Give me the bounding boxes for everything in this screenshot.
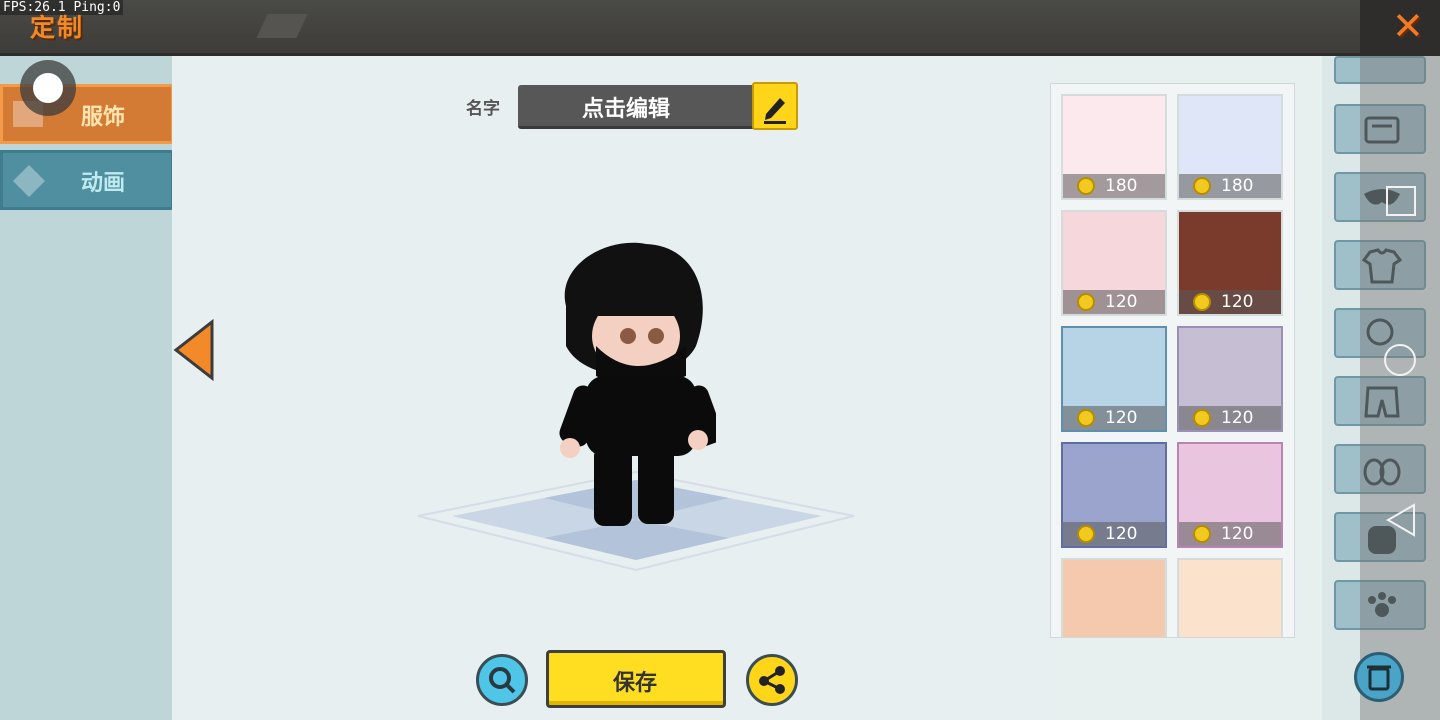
recents-nav-icon[interactable] bbox=[1384, 184, 1418, 218]
magnifier-icon bbox=[489, 667, 516, 694]
catalog-item[interactable]: 120 bbox=[1177, 442, 1283, 548]
fps-readout: FPS:26.1 Ping:0 bbox=[0, 0, 124, 15]
close-x-icon: ✕ bbox=[1392, 4, 1424, 48]
pencil-icon bbox=[764, 98, 786, 124]
price-tag: 120 bbox=[1063, 290, 1165, 314]
price-value: 120 bbox=[1221, 292, 1254, 312]
catalog-item[interactable] bbox=[1061, 558, 1167, 637]
price-value: 120 bbox=[1105, 524, 1138, 544]
system-nav-overlay bbox=[1360, 56, 1440, 720]
catalog-item[interactable]: 120 bbox=[1061, 326, 1167, 432]
catalog-item[interactable]: 180 bbox=[1061, 94, 1167, 200]
avatar-character bbox=[559, 242, 716, 526]
save-button[interactable]: 保存 bbox=[546, 650, 726, 708]
catalog-item[interactable]: 120 bbox=[1061, 442, 1167, 548]
floating-toggle-button[interactable] bbox=[20, 60, 76, 116]
tab-clothing-label: 服饰 bbox=[81, 105, 126, 130]
price-value: 180 bbox=[1105, 176, 1138, 196]
price-value: 180 bbox=[1221, 176, 1254, 196]
tab-animation[interactable]: 动画 bbox=[0, 150, 174, 210]
catalog-grid: 180 180 120 120 120 120 120 120 bbox=[1050, 83, 1295, 638]
item-swatch bbox=[1179, 560, 1281, 637]
catalog-item[interactable]: 120 bbox=[1177, 210, 1283, 316]
back-nav-icon[interactable] bbox=[1384, 502, 1418, 538]
share-icon bbox=[759, 666, 785, 694]
coin-icon bbox=[1077, 409, 1095, 427]
item-swatch bbox=[1063, 560, 1165, 637]
price-tag: 120 bbox=[1063, 522, 1165, 546]
price-tag: 180 bbox=[1063, 174, 1165, 198]
coin-icon bbox=[1193, 525, 1211, 543]
save-button-label: 保存 bbox=[613, 671, 658, 696]
zoom-button[interactable] bbox=[476, 654, 528, 706]
catalog-item[interactable]: 120 bbox=[1061, 210, 1167, 316]
top-bar: 定制 ✕ bbox=[0, 0, 1440, 56]
name-label: 名字 bbox=[466, 99, 500, 119]
edit-name-button[interactable] bbox=[752, 82, 798, 130]
price-tag: 120 bbox=[1179, 406, 1281, 430]
trash-icon bbox=[1367, 665, 1391, 691]
tab-animation-icon bbox=[13, 165, 45, 197]
home-nav-icon[interactable] bbox=[1382, 342, 1418, 378]
price-value: 120 bbox=[1221, 524, 1254, 544]
catalog-item[interactable] bbox=[1177, 558, 1283, 637]
price-value: 120 bbox=[1221, 408, 1254, 428]
price-tag: 120 bbox=[1063, 406, 1165, 430]
name-input[interactable]: 点击编辑 bbox=[518, 85, 756, 129]
coin-icon bbox=[1193, 409, 1211, 427]
coin-icon bbox=[1077, 525, 1095, 543]
share-button[interactable] bbox=[746, 654, 798, 706]
price-value: 120 bbox=[1105, 408, 1138, 428]
catalog-item[interactable]: 120 bbox=[1177, 326, 1283, 432]
tab-animation-label: 动画 bbox=[81, 171, 126, 196]
name-input-value: 点击编辑 bbox=[582, 97, 671, 122]
close-button[interactable]: ✕ bbox=[1360, 0, 1440, 56]
coin-icon bbox=[1077, 177, 1095, 195]
coin-icon bbox=[1193, 177, 1211, 195]
coin-icon bbox=[1077, 293, 1095, 311]
price-tag: 120 bbox=[1179, 522, 1281, 546]
price-tag: 180 bbox=[1179, 174, 1281, 198]
price-tag: 120 bbox=[1179, 290, 1281, 314]
price-value: 120 bbox=[1105, 292, 1138, 312]
rotate-left-arrow-icon[interactable] bbox=[172, 318, 216, 382]
catalog-item[interactable]: 180 bbox=[1177, 94, 1283, 200]
delete-button[interactable] bbox=[1354, 652, 1404, 702]
coin-icon bbox=[1193, 293, 1211, 311]
